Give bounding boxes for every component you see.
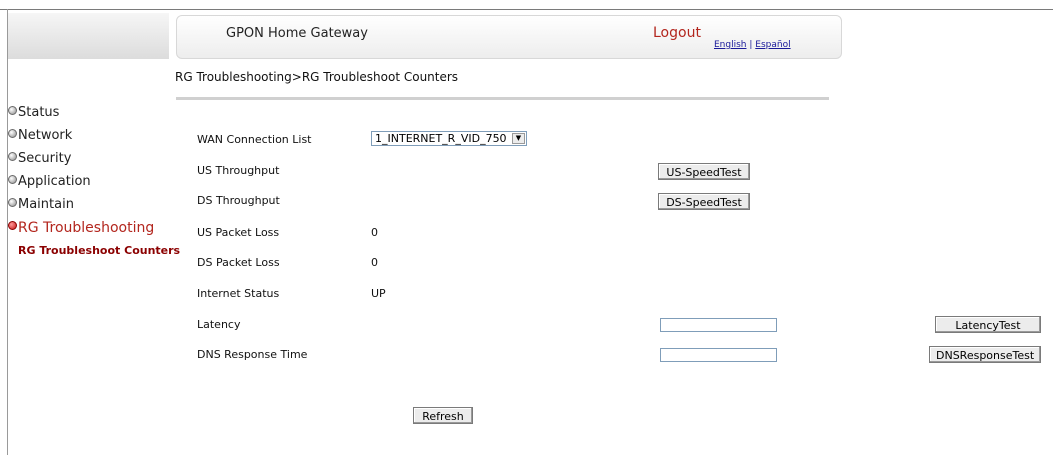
wan-connection-selected-value: 1_INTERNET_R_VID_750 [375,132,507,145]
breadcrumb-divider [176,97,829,100]
internet-status-value: UP [371,287,386,300]
dns-response-field[interactable] [660,348,777,362]
dns-response-time-label: DNS Response Time [197,348,308,361]
latency-label: Latency [197,318,241,331]
sidebar-item-network[interactable]: Network [8,124,154,147]
dns-response-test-button[interactable]: DNSResponseTest [929,346,1041,363]
ds-packet-loss-label: DS Packet Loss [197,256,280,269]
sidebar-item-status[interactable]: Status [8,101,154,124]
ds-speedtest-button[interactable]: DS-SpeedTest [658,193,750,210]
chevron-down-icon[interactable]: ▼ [512,133,525,144]
language-switcher: English | Español [714,40,791,50]
breadcrumb: RG Troubleshooting>RG Troubleshoot Count… [175,70,459,84]
us-speedtest-button[interactable]: US-SpeedTest [658,163,750,180]
header-bar: GPON Home Gateway Logout English | Españ… [176,15,842,59]
sidebar-item-application[interactable]: Application [8,170,154,193]
sidebar-item-label: Network [18,128,73,143]
sidebar-item-label: Maintain [18,197,74,212]
sidebar-header-bar [8,13,169,59]
internet-status-label: Internet Status [197,287,280,300]
expand-icon [8,106,17,115]
refresh-button[interactable]: Refresh [413,407,473,424]
us-throughput-label: US Throughput [197,164,280,177]
sidebar-item-label: RG Troubleshooting [18,219,155,236]
sidebar-subitem-rg-troubleshoot-counters[interactable]: RG Troubleshoot Counters [18,244,180,257]
wan-connection-label: WAN Connection List [197,133,312,146]
english-link[interactable]: English [714,40,747,50]
us-packet-loss-value: 0 [371,226,378,239]
latency-field[interactable] [660,318,777,332]
sidebar-item-label: Status [18,105,60,120]
expand-icon [8,129,17,138]
top-border [0,9,1053,10]
logout-link[interactable]: Logout [653,25,701,41]
wan-connection-select[interactable]: 1_INTERNET_R_VID_750 ▼ [371,131,527,146]
expand-icon [8,198,17,207]
expand-icon [8,152,17,161]
app-title: GPON Home Gateway [226,26,368,41]
latency-test-button[interactable]: LatencyTest [935,316,1041,333]
spanish-link[interactable]: Español [755,40,790,50]
sidebar-item-label: Security [18,151,72,166]
ds-throughput-label: DS Throughput [197,194,280,207]
sidebar-item-security[interactable]: Security [8,147,154,170]
sidebar-item-label: Application [18,174,91,189]
expand-icon [8,175,17,184]
collapse-icon [8,221,17,230]
lang-separator: | [746,40,756,50]
sidebar-nav: Status Network Security Application Main… [8,101,154,239]
us-packet-loss-label: US Packet Loss [197,226,280,239]
sidebar-item-rg-troubleshooting[interactable]: RG Troubleshooting [8,216,154,239]
ds-packet-loss-value: 0 [371,256,378,269]
sidebar-item-maintain[interactable]: Maintain [8,193,154,216]
